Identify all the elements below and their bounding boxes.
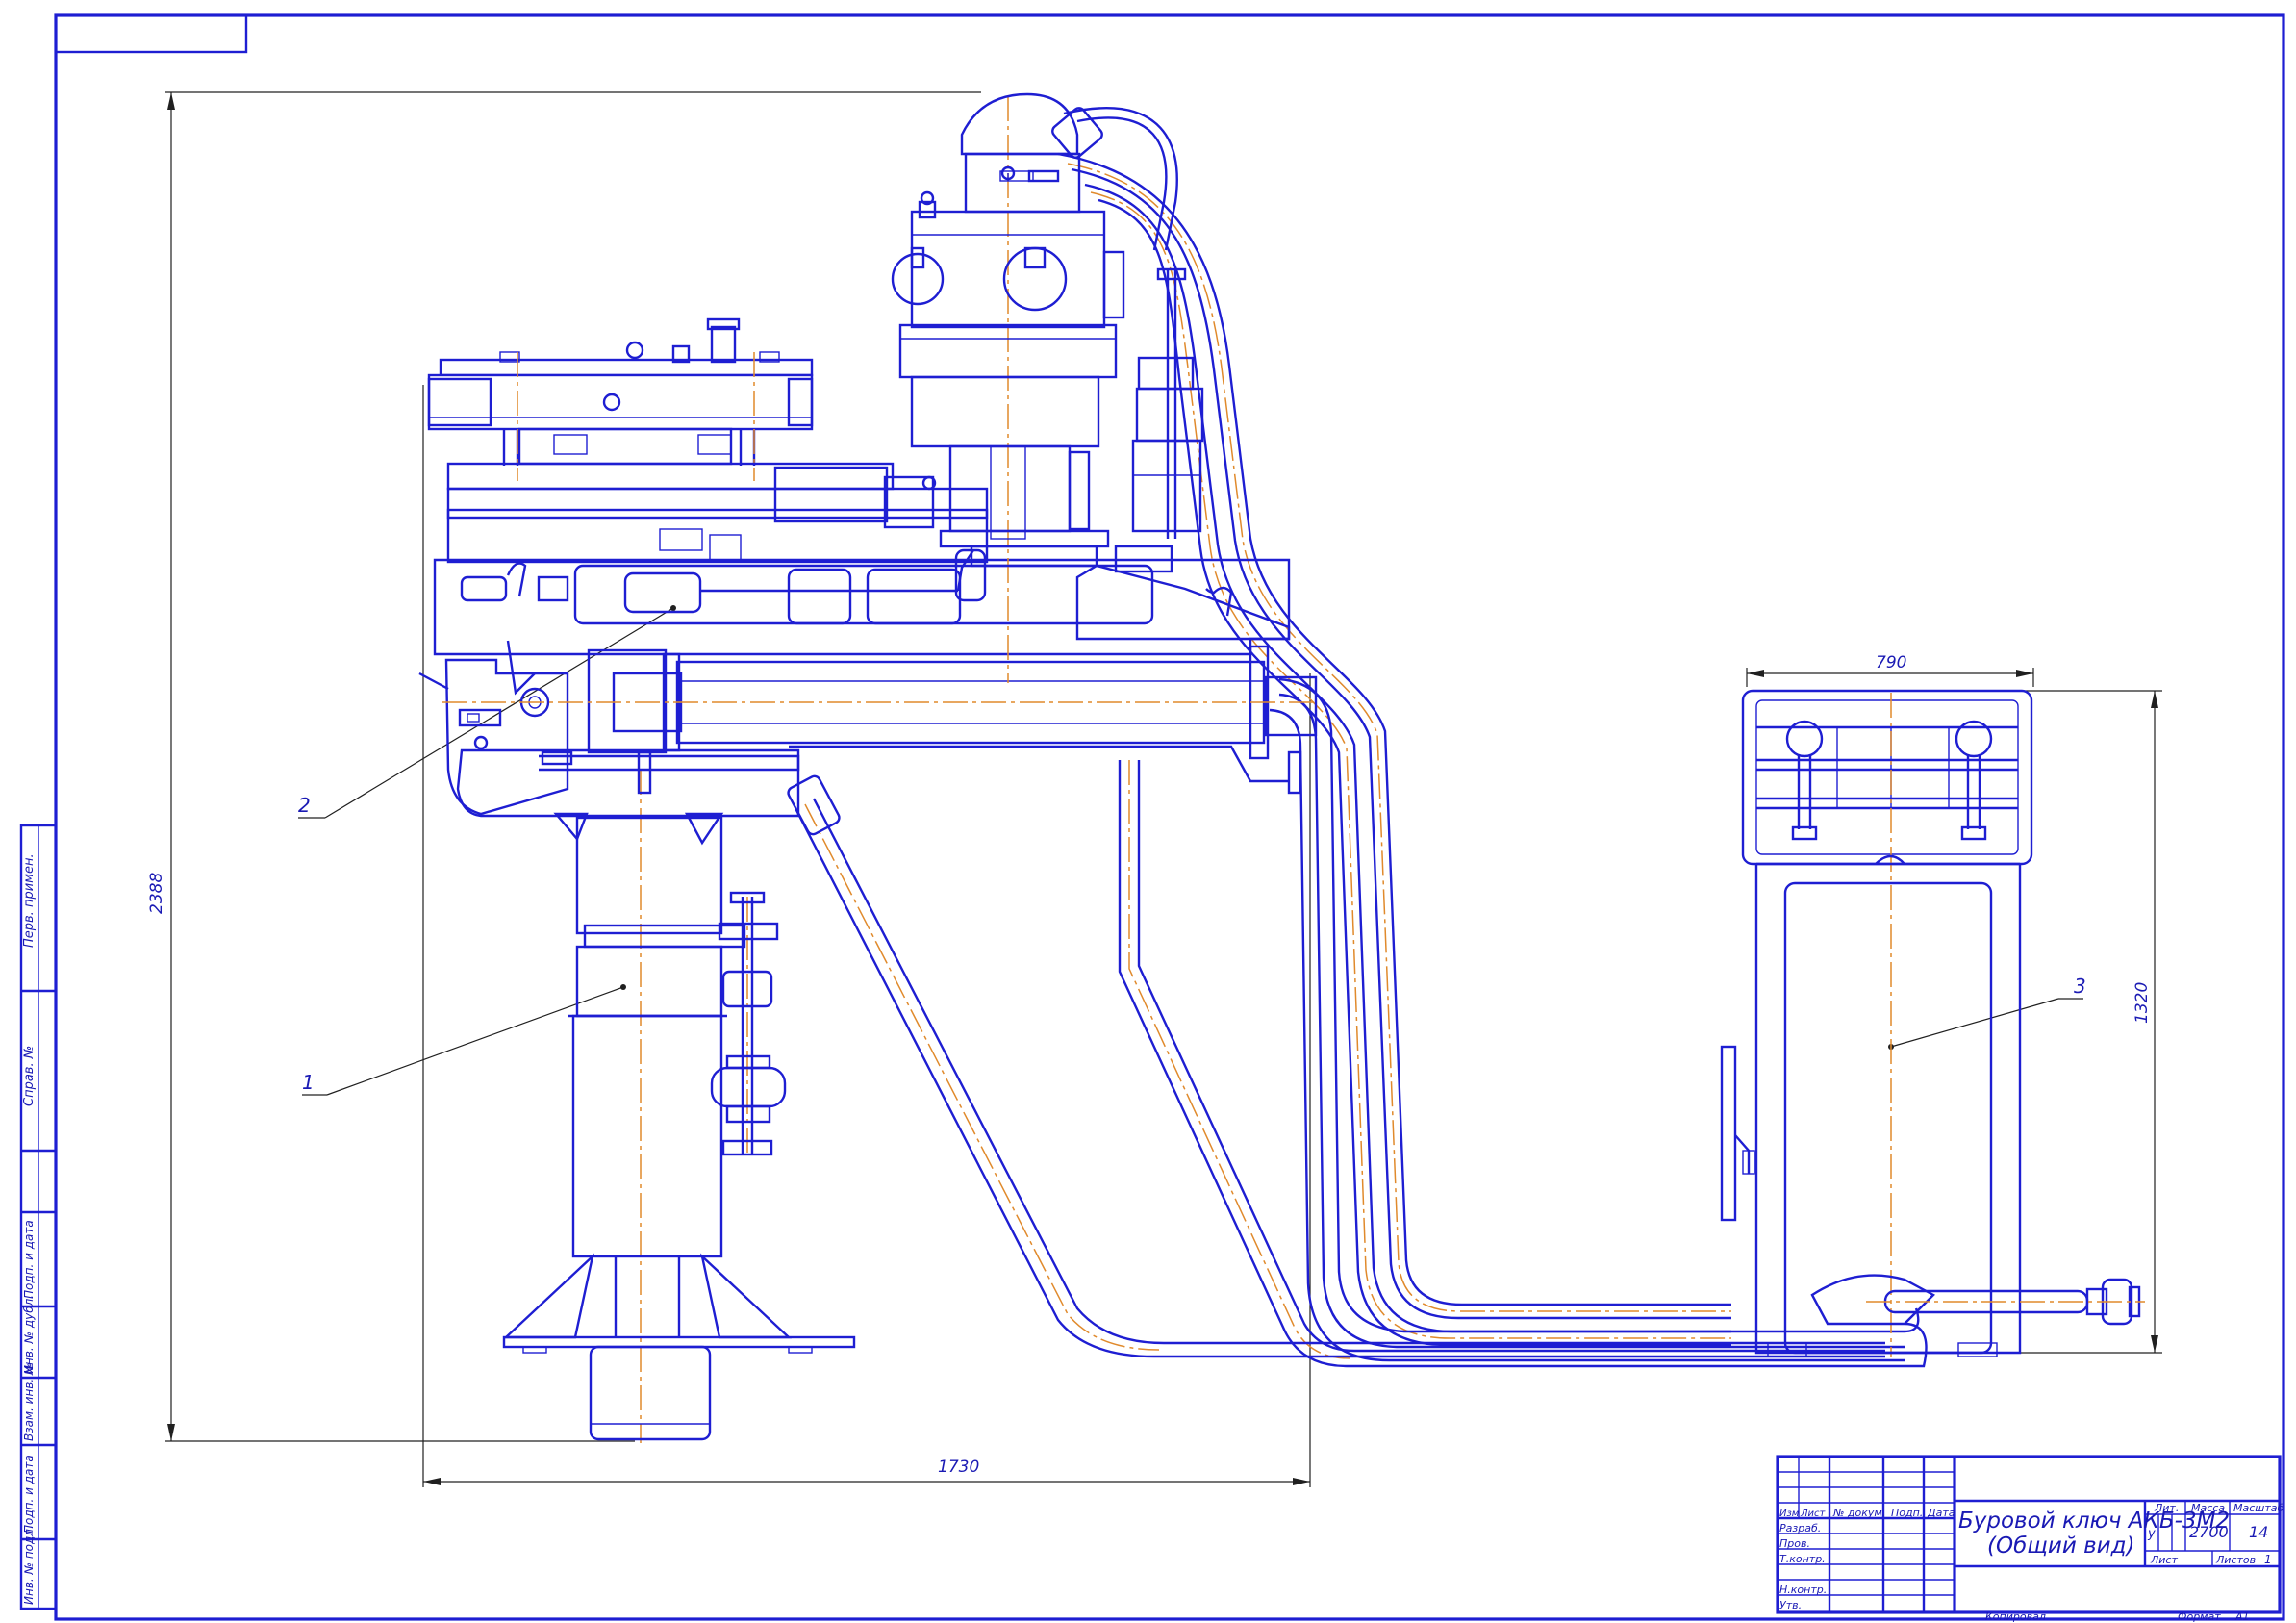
title-block: Изм Лист № докум. Подп. Дата Разраб. Про… [1776,1455,2283,1614]
col-doc: № докум. [1832,1507,1885,1519]
dimension-pump-height: 1320 [1981,690,2162,1354]
svg-text:1: 1 [302,1071,315,1094]
col-sign: Подп. [1891,1507,1923,1519]
stamp-inv-dubl: Инв. № дубл. [22,1295,36,1374]
drawing-title-line2: (Общий вид) [1987,1534,2135,1559]
stamp-podp-data-1: Подп. и дата [22,1220,36,1299]
scale-label: Масштаб [2233,1502,2283,1514]
lit-value: у [2147,1527,2156,1541]
dimension-1730: 1730 [938,1458,979,1477]
col-izm: Изм [1779,1509,1800,1519]
svg-text:3: 3 [2074,975,2086,998]
scale-value: 14 [2249,1523,2268,1541]
item-3-power-unit [1720,689,2145,1357]
callout-2: 2 [298,605,676,819]
item-1-stand-column [502,770,856,1443]
row-nkontr: Н.контр. [1779,1584,1827,1596]
format-label: Формат [2178,1610,2221,1623]
side-stamp-column: Перв. примен. Справ. № Подп. и дата Инв.… [19,824,58,1610]
svg-text:2: 2 [298,794,311,817]
dimension-height: 2388 [147,91,981,1442]
row-prov: Пров. [1779,1537,1810,1550]
dimension-pump-width: 790 [1746,653,2034,687]
stamp-podp-data-2: Подп. и дата [22,1455,36,1534]
stamp-vzam-inv: Взам. инв. № [22,1363,36,1441]
row-tkontr: Т.контр. [1779,1553,1826,1565]
row-razrab: Разраб. [1779,1522,1821,1534]
lit-label: Лит. [2154,1502,2179,1514]
format-value: А1 [2234,1610,2250,1623]
rotor-motor-assembly [891,92,1291,683]
callout-3: 3 [1888,975,2086,1050]
mass-label: Масса [2191,1502,2225,1514]
dimension-2388: 2388 [147,873,166,914]
col-list: Лист [1800,1509,1827,1519]
drawing-sheet: Перв. примен. Справ. № Подп. и дата Инв.… [19,13,2285,1623]
copied-label: Копировал [1985,1610,2046,1623]
stamp-inv-podl: Инв. № подл. [22,1525,36,1605]
sheets-label: Листов [2215,1554,2256,1566]
stamp-sprav: Справ. № [22,1046,37,1106]
row-utv: Утв. [1779,1599,1802,1611]
col-date: Дата [1927,1507,1955,1519]
dimension-1320: 1320 [2132,982,2152,1024]
sheet-frame [54,13,2285,1621]
sheet-label: Лист [2150,1554,2178,1566]
mass-value: 2700 [2189,1523,2229,1541]
stamp-perv-primen: Перв. примен. [22,853,37,948]
dimension-790: 790 [1876,653,1906,672]
sheets-value: 1 [2264,1553,2272,1566]
dimension-width: 1730 [422,385,1311,1487]
